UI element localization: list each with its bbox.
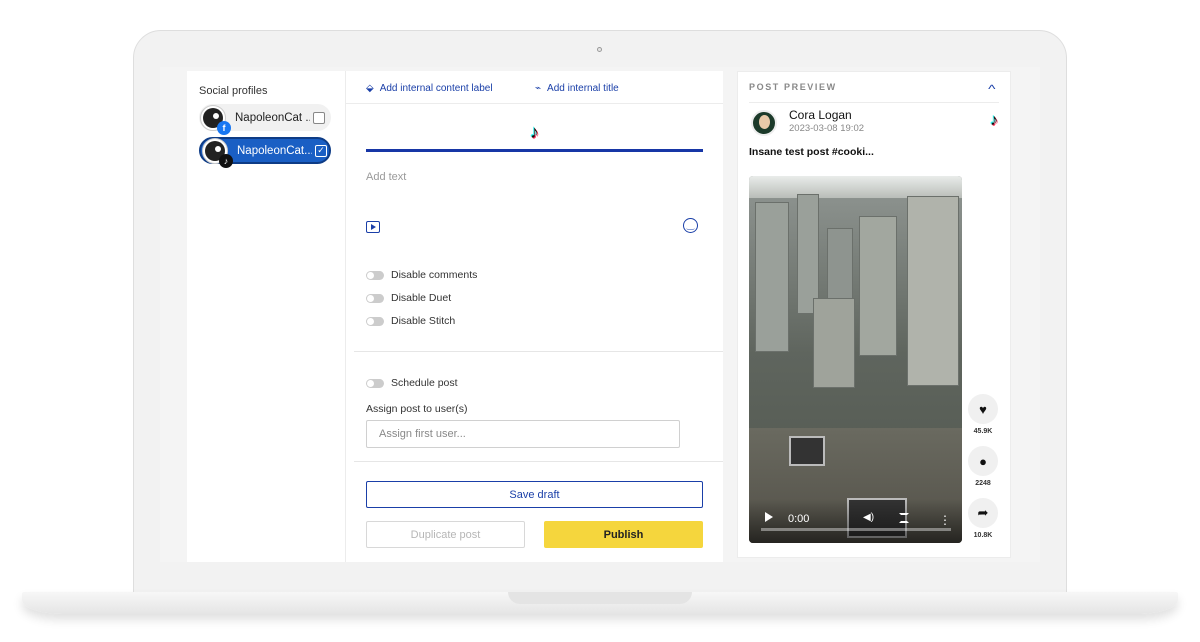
post-text-input[interactable]: Add text: [366, 171, 406, 183]
profile-label: NapoleonCat....: [237, 144, 312, 157]
assign-users-label: Assign post to user(s): [366, 403, 468, 415]
assign-user-input[interactable]: Assign first user...: [366, 420, 680, 448]
divider: [354, 351, 723, 352]
volume-icon[interactable]: ◀): [863, 512, 874, 523]
divider: [346, 103, 723, 104]
toggle-label: Disable Duet: [391, 292, 452, 304]
add-content-label-link[interactable]: ⬙ Add internal content label: [366, 83, 493, 94]
post-timestamp: 2023-03-08 19:02: [789, 123, 865, 134]
author-name: Cora Logan: [789, 108, 852, 122]
toggle-label: Schedule post: [391, 377, 458, 389]
building: [755, 202, 789, 352]
like-action[interactable]: ♥ 45.9K: [968, 394, 998, 435]
toggle-switch[interactable]: [366, 293, 384, 303]
play-icon[interactable]: [765, 512, 773, 522]
camera-icon: [597, 47, 602, 52]
chevron-up-icon[interactable]: ^: [989, 82, 996, 96]
add-internal-title-text: Add internal title: [547, 83, 619, 94]
toggle-switch[interactable]: [366, 378, 384, 388]
title-icon: ⌁: [535, 83, 542, 94]
facebook-icon: f: [217, 120, 231, 135]
post-caption: Insane test post #cooki...: [749, 146, 874, 158]
heart-icon[interactable]: ♥: [968, 394, 998, 424]
tiktok-icon: ♪: [219, 153, 233, 168]
video-frame: [749, 194, 962, 543]
share-count: 10.8K: [973, 532, 993, 539]
divider: [749, 102, 999, 103]
more-options-icon[interactable]: ⋮: [939, 514, 951, 526]
emoji-icon[interactable]: ‿: [683, 218, 698, 233]
tiktok-icon: ♪: [990, 112, 998, 129]
disable-stitch-toggle[interactable]: Disable Stitch: [366, 315, 455, 327]
like-count: 45.9K: [973, 428, 993, 435]
video-controls: 0:00 ◀) ⋮: [749, 499, 962, 543]
disable-duet-toggle[interactable]: Disable Duet: [366, 292, 451, 304]
add-content-label-text: Add internal content label: [379, 83, 493, 94]
memorial-pool: [789, 436, 825, 466]
avatar: f: [200, 104, 231, 135]
profile-chip-tiktok[interactable]: ♪ NapoleonCat.... ✓: [199, 137, 331, 168]
building: [907, 196, 959, 386]
laptop-notch: [508, 592, 692, 604]
building: [797, 194, 819, 314]
tab-tiktok[interactable]: ♪: [366, 115, 703, 152]
toggle-switch[interactable]: [366, 270, 384, 280]
video-progress-bar[interactable]: [761, 528, 951, 531]
divider: [354, 461, 723, 462]
video-player[interactable]: 0:00 ◀) ⋮: [749, 176, 962, 543]
toggle-label: Disable Stitch: [391, 315, 456, 327]
post-preview-panel: POST PREVIEW ^ Cora Logan 2023-03-08 19:…: [737, 71, 1011, 558]
avatar: [751, 110, 777, 136]
add-internal-title-link[interactable]: ⌁ Add internal title: [535, 83, 619, 94]
building: [859, 216, 897, 356]
disable-comments-toggle[interactable]: Disable comments: [366, 269, 477, 281]
tag-icon: ⬙: [366, 83, 374, 94]
duplicate-post-button[interactable]: Duplicate post: [366, 521, 525, 548]
profile-checkbox[interactable]: [313, 111, 325, 124]
toggle-label: Disable comments: [391, 269, 478, 281]
video-sky: [749, 176, 962, 198]
share-icon[interactable]: ➦: [968, 498, 998, 528]
preview-title: POST PREVIEW: [749, 82, 837, 92]
comment-action[interactable]: ● 2248: [968, 446, 998, 487]
video-time: 0:00: [788, 513, 810, 525]
add-media-icon[interactable]: [366, 221, 380, 233]
profile-chip-facebook[interactable]: f NapoleonCat ...: [199, 104, 331, 135]
save-draft-button[interactable]: Save draft: [366, 481, 703, 508]
avatar: ♪: [202, 137, 233, 168]
share-action[interactable]: ➦ 10.8K: [968, 498, 998, 539]
profiles-title: Social profiles: [199, 85, 268, 97]
toggle-switch[interactable]: [366, 316, 384, 326]
social-profiles-panel: Social profiles f NapoleonCat ... ♪ Napo…: [187, 71, 346, 562]
profile-label: NapoleonCat ...: [235, 111, 310, 124]
comment-count: 2248: [975, 480, 991, 487]
tiktok-icon: ♪: [530, 121, 539, 142]
publish-button[interactable]: Publish: [544, 521, 703, 548]
schedule-post-toggle[interactable]: Schedule post: [366, 377, 458, 389]
fullscreen-icon[interactable]: [899, 513, 909, 523]
building: [813, 298, 855, 388]
comment-icon[interactable]: ●: [968, 446, 998, 476]
post-editor: ⬙ Add internal content label ⌁ Add inter…: [346, 71, 723, 562]
app-screen: Social profiles f NapoleonCat ... ♪ Napo…: [160, 67, 1040, 562]
checkmark-icon[interactable]: ✓: [315, 144, 327, 157]
